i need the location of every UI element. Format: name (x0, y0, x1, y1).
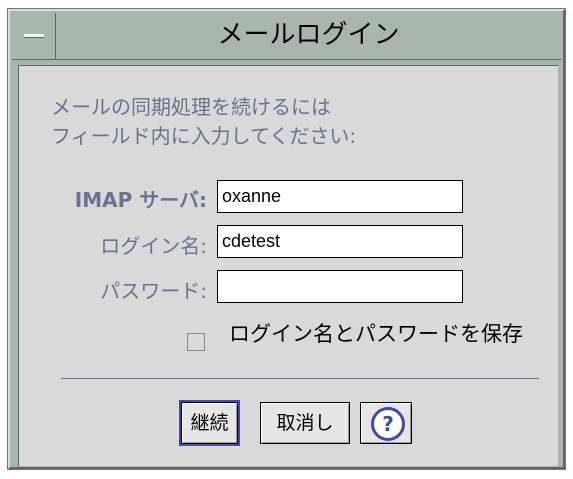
instruction-line-2: フィールド内に入力してください: (51, 124, 357, 148)
title-bar[interactable]: メールログイン (12, 13, 561, 60)
imap-server-label: IMAP サーバ: (74, 188, 207, 212)
window-title: メールログイン (217, 20, 400, 50)
separator (61, 378, 539, 379)
password-label: パスワード: (100, 279, 207, 303)
password-field[interactable] (217, 270, 463, 303)
help-button[interactable]: ? (360, 402, 412, 444)
login-name-field[interactable]: cdetest (217, 225, 463, 258)
continue-button[interactable]: 継続 (179, 400, 240, 446)
help-icon: ? (371, 407, 405, 441)
window-menu-button[interactable] (12, 13, 56, 59)
window-menu-icon (24, 34, 44, 38)
instruction-line-1: メールの同期処理を続けるには (51, 95, 331, 119)
save-credentials-checkbox[interactable] (187, 333, 205, 351)
login-name-label: ログイン名: (100, 234, 207, 258)
save-credentials-label[interactable]: ログイン名とパスワードを保存 (229, 318, 523, 348)
imap-server-field[interactable]: oxanne (217, 180, 463, 213)
cancel-button[interactable]: 取消し (260, 402, 350, 444)
